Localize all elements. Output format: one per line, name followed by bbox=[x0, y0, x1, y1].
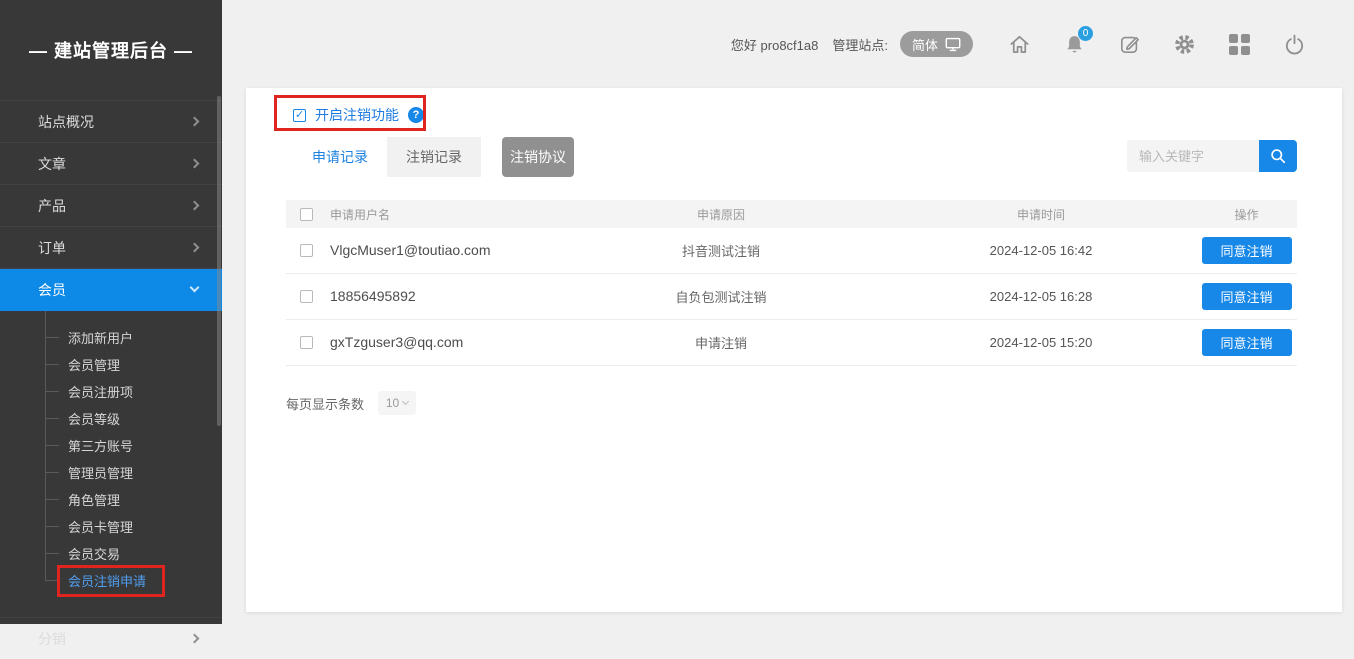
row-username: 18856495892 bbox=[330, 288, 416, 304]
chevron-right-icon bbox=[190, 243, 200, 253]
language-label: 简体 bbox=[912, 35, 938, 54]
col-header-reason: 申请原因 bbox=[556, 206, 886, 223]
sidebar-scrollbar[interactable] bbox=[217, 96, 221, 426]
col-header-action: 操作 bbox=[1196, 206, 1297, 223]
compose-icon bbox=[1118, 33, 1141, 56]
chevron-down-icon bbox=[190, 283, 200, 293]
power-icon bbox=[1283, 33, 1306, 56]
submenu-item-member-trade[interactable]: 会员交易 bbox=[0, 540, 222, 567]
sidebar-item-articles[interactable]: 文章 bbox=[0, 143, 222, 185]
sidebar-item-distribution[interactable]: 分销 bbox=[0, 617, 222, 659]
row-username: gxTzguser3@qq.com bbox=[330, 334, 463, 350]
home-icon bbox=[1008, 33, 1031, 56]
row-time: 2024-12-05 15:20 bbox=[886, 335, 1196, 350]
page-size-control: 每页显示条数 10 bbox=[286, 391, 416, 415]
sidebar-item-label: 订单 bbox=[38, 238, 66, 258]
table-row: 18856495892 自负包测试注销 2024-12-05 16:28 同意注… bbox=[286, 274, 1297, 320]
row-reason: 抖音测试注销 bbox=[556, 241, 886, 260]
chevron-right-icon bbox=[190, 201, 200, 211]
row-checkbox[interactable] bbox=[300, 336, 313, 349]
home-button[interactable] bbox=[1007, 32, 1031, 56]
search-bar bbox=[1127, 140, 1297, 172]
submenu-item-add-user[interactable]: 添加新用户 bbox=[0, 324, 222, 351]
sidebar-item-label: 会员 bbox=[38, 280, 66, 300]
members-submenu: 添加新用户 会员管理 会员注册项 会员等级 第三方账号 管理员管理 角色管理 会… bbox=[0, 311, 222, 604]
sidebar-item-products[interactable]: 产品 bbox=[0, 185, 222, 227]
sidebar: — 建站管理后台 — 站点概况 文章 产品 订单 会员 添加新用户 会员管理 会… bbox=[0, 0, 222, 624]
sidebar-item-label: 分销 bbox=[38, 629, 66, 649]
cancellation-toggle-row: 开启注销功能 ? bbox=[293, 105, 424, 125]
col-header-time: 申请时间 bbox=[886, 206, 1196, 223]
chevron-down-icon bbox=[402, 398, 409, 405]
monitor-icon bbox=[945, 37, 961, 52]
search-input[interactable] bbox=[1127, 140, 1259, 172]
sidebar-item-members[interactable]: 会员 bbox=[0, 269, 222, 311]
logout-button[interactable] bbox=[1282, 32, 1306, 56]
chevron-right-icon bbox=[190, 634, 200, 644]
row-reason: 申请注销 bbox=[556, 333, 886, 352]
header-icons: 0 bbox=[1007, 32, 1306, 56]
notification-badge: 0 bbox=[1078, 26, 1093, 41]
submenu-item-role-manage[interactable]: 角色管理 bbox=[0, 486, 222, 513]
app-title: — 建站管理后台 — bbox=[0, 0, 222, 100]
page-size-label: 每页显示条数 bbox=[286, 394, 364, 413]
sidebar-item-orders[interactable]: 订单 bbox=[0, 227, 222, 269]
submenu-item-member-manage[interactable]: 会员管理 bbox=[0, 351, 222, 378]
search-icon bbox=[1268, 146, 1288, 166]
sidebar-item-label: 产品 bbox=[38, 196, 66, 216]
manage-site-label: 管理站点: bbox=[832, 35, 888, 54]
submenu-item-admin-manage[interactable]: 管理员管理 bbox=[0, 459, 222, 486]
row-checkbox[interactable] bbox=[300, 290, 313, 303]
apps-button[interactable] bbox=[1227, 32, 1251, 56]
language-site-pill[interactable]: 简体 bbox=[900, 31, 973, 57]
help-icon[interactable]: ? bbox=[408, 107, 424, 123]
sidebar-item-site-overview[interactable]: 站点概况 bbox=[0, 101, 222, 143]
submenu-item-member-level[interactable]: 会员等级 bbox=[0, 405, 222, 432]
search-button[interactable] bbox=[1259, 140, 1297, 172]
col-header-username: 申请用户名 bbox=[326, 206, 556, 223]
sidebar-item-label: 文章 bbox=[38, 154, 66, 174]
content-card: 开启注销功能 ? 申请记录 注销记录 注销协议 申请用户名 申请原因 申请时间 … bbox=[246, 88, 1342, 612]
sidebar-menu: 站点概况 文章 产品 订单 会员 添加新用户 会员管理 会员注册项 会员等级 第… bbox=[0, 100, 222, 659]
table-row: VlgcMuser1@toutiao.com 抖音测试注销 2024-12-05… bbox=[286, 228, 1297, 274]
row-reason: 自负包测试注销 bbox=[556, 287, 886, 306]
notifications-button[interactable]: 0 bbox=[1062, 32, 1086, 56]
page-size-value: 10 bbox=[386, 396, 399, 410]
agree-cancellation-button[interactable]: 同意注销 bbox=[1202, 237, 1292, 264]
tab-cancellation-agreement[interactable]: 注销协议 bbox=[502, 137, 574, 177]
sidebar-item-label: 站点概况 bbox=[38, 112, 94, 132]
applications-table: 申请用户名 申请原因 申请时间 操作 VlgcMuser1@toutiao.co… bbox=[286, 200, 1297, 366]
agree-cancellation-button[interactable]: 同意注销 bbox=[1202, 329, 1292, 356]
tab-application-records[interactable]: 申请记录 bbox=[293, 137, 387, 177]
enable-cancellation-checkbox[interactable] bbox=[293, 109, 306, 122]
top-bar: 您好 pro8cf1a8 管理站点: 简体 0 bbox=[222, 0, 1354, 88]
table-header: 申请用户名 申请原因 申请时间 操作 bbox=[286, 200, 1297, 228]
row-username: VlgcMuser1@toutiao.com bbox=[330, 242, 491, 258]
select-all-checkbox[interactable] bbox=[300, 208, 313, 221]
submenu-item-register-fields[interactable]: 会员注册项 bbox=[0, 378, 222, 405]
row-time: 2024-12-05 16:42 bbox=[886, 243, 1196, 258]
page-size-select[interactable]: 10 bbox=[378, 391, 416, 415]
grid-icon bbox=[1229, 34, 1250, 55]
compose-button[interactable] bbox=[1117, 32, 1141, 56]
submenu-item-member-card[interactable]: 会员卡管理 bbox=[0, 513, 222, 540]
tab-bar: 申请记录 注销记录 注销协议 bbox=[293, 137, 574, 177]
gear-icon bbox=[1173, 33, 1196, 56]
submenu-item-member-cancellation[interactable]: 会员注销申请 bbox=[0, 567, 222, 594]
chevron-right-icon bbox=[190, 159, 200, 169]
row-time: 2024-12-05 16:28 bbox=[886, 289, 1196, 304]
chevron-right-icon bbox=[190, 117, 200, 127]
row-checkbox[interactable] bbox=[300, 244, 313, 257]
settings-button[interactable] bbox=[1172, 32, 1196, 56]
table-row: gxTzguser3@qq.com 申请注销 2024-12-05 15:20 … bbox=[286, 320, 1297, 366]
enable-cancellation-label: 开启注销功能 bbox=[315, 105, 399, 125]
tab-cancellation-records[interactable]: 注销记录 bbox=[387, 137, 481, 177]
user-greeting: 您好 pro8cf1a8 bbox=[731, 35, 818, 54]
agree-cancellation-button[interactable]: 同意注销 bbox=[1202, 283, 1292, 310]
submenu-item-thirdparty-account[interactable]: 第三方账号 bbox=[0, 432, 222, 459]
